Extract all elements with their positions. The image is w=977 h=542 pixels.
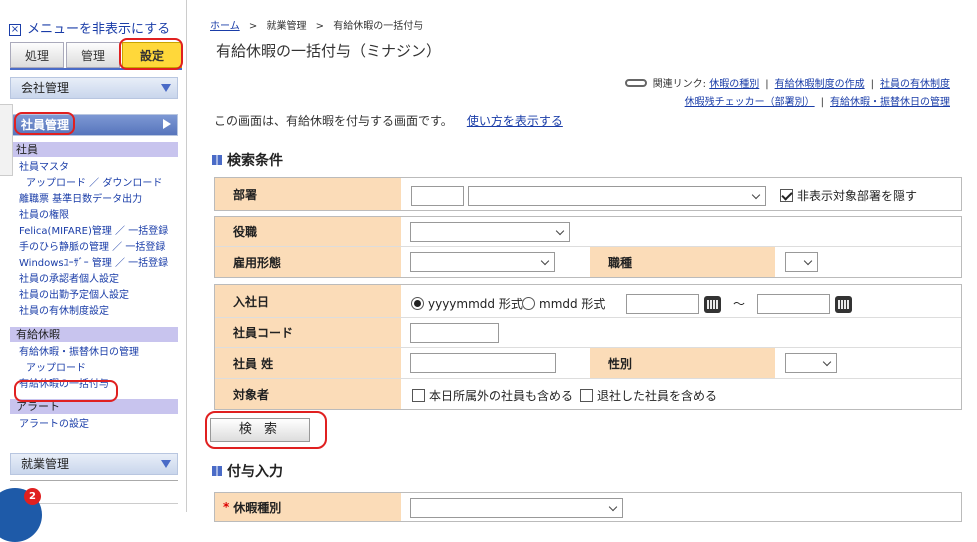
gender-select[interactable] — [785, 353, 837, 373]
leave-type-label: * 休暇種別 — [215, 493, 401, 521]
divider — [10, 480, 178, 481]
link-approver-setting[interactable]: 社員の承認者個人設定 — [10, 272, 178, 288]
radio-mmdd[interactable]: mmdd 形式 — [522, 295, 605, 312]
job-label: 職種 — [590, 247, 775, 277]
sidebar: × メニューを非表示にする 処理 管理 設定 会社管理 社員管理 社員 社員マスタ… — [0, 0, 187, 512]
name-row: 社員 姓 性別 — [215, 348, 961, 379]
target-row: 対象者 本日所属外の社員も含める 退社した社員を含める — [215, 379, 961, 409]
search-detail-table: 入社日 yyyymmdd 形式 mmdd 形式 ～ 社員コード 社員 姓 性別 … — [214, 284, 962, 410]
calendar-icon[interactable] — [704, 296, 721, 313]
tab-manage[interactable]: 管理 — [66, 42, 120, 68]
page-description: この画面は、有給休暇を付与する画面です。 使い方を表示する — [214, 114, 563, 128]
hide-menu-link[interactable]: × メニューを非表示にする — [9, 18, 170, 37]
grant-table: * 休暇種別 — [214, 492, 962, 522]
link-palm-vein[interactable]: 手のひら静脈の管理 ／ 一括登録 — [10, 240, 178, 256]
link-employee-permission[interactable]: 社員の権限 — [10, 208, 178, 224]
position-select[interactable] — [410, 222, 570, 242]
related-leave-types[interactable]: 休暇の種別 — [709, 79, 759, 90]
chevron-down-icon — [161, 460, 171, 468]
highlight-ring-employee — [14, 112, 75, 135]
gender-label: 性別 — [590, 348, 775, 378]
name-label: 社員 姓 — [215, 348, 401, 378]
close-icon: × — [9, 24, 21, 36]
chevron-right-icon — [163, 119, 171, 129]
link-separation-export[interactable]: 離職票 基準日数データ出力 — [10, 192, 178, 208]
include-other-checkbox[interactable]: 本日所属外の社員も含める — [412, 387, 573, 404]
related-links: 関連リンク: 休暇の種別 | 有給休暇制度の作成 | 社員の有休制度 休暇残チェッカー（… — [624, 76, 950, 112]
code-row: 社員コード — [215, 318, 961, 348]
breadcrumb: ホーム > 就業管理 > 有給休暇の一括付与 — [210, 21, 424, 32]
checkbox-checked-icon — [780, 189, 793, 202]
link-leave-management[interactable]: 有給休暇・振替休日の管理 — [10, 345, 178, 361]
employment-row: 雇用形態 職種 — [215, 247, 961, 277]
related-employee-policy[interactable]: 社員の有休制度 — [880, 79, 950, 90]
checkbox-icon — [580, 389, 593, 402]
link-alert-setting[interactable]: アラートの設定 — [10, 417, 178, 433]
section-icon — [212, 466, 222, 476]
job-select[interactable] — [785, 252, 818, 272]
join-from-input[interactable] — [626, 294, 699, 314]
highlight-ring-bulk-grant — [14, 380, 118, 402]
link-chain-icon — [624, 79, 647, 87]
range-tilde: ～ — [733, 297, 746, 311]
radio-yyyymmdd[interactable]: yyyymmdd 形式 — [411, 295, 523, 312]
employment-label: 雇用形態 — [215, 247, 401, 277]
search-position-table: 役職 雇用形態 職種 — [214, 216, 962, 278]
link-felica[interactable]: Felica(MIFARE)管理 ／ 一括登録 — [10, 224, 178, 240]
panel-work-header[interactable]: 就業管理 — [10, 453, 178, 475]
dept-code-input[interactable] — [411, 186, 464, 206]
hide-dept-checkbox[interactable]: 非表示対象部署を隠す — [780, 187, 917, 204]
panel-work: 就業管理 — [10, 453, 178, 475]
search-heading: 検索条件 — [212, 150, 283, 170]
dept-select[interactable] — [468, 186, 766, 206]
panel-company: 会社管理 — [10, 77, 178, 99]
leave-type-row: * 休暇種別 — [215, 493, 961, 521]
radio-selected-icon — [411, 297, 424, 310]
link-upload-download[interactable]: アップロード ／ ダウンロード — [10, 176, 178, 192]
page-title: 有給休暇の一括付与（ミナジン） — [212, 40, 962, 66]
search-dept-table: 部署 非表示対象部署を隠す — [214, 177, 962, 211]
section-icon — [212, 155, 222, 165]
position-row: 役職 — [215, 217, 961, 247]
leave-type-select[interactable] — [410, 498, 623, 518]
highlight-ring-settings — [119, 38, 183, 70]
grant-heading: 付与入力 — [212, 461, 283, 481]
help-link[interactable]: 使い方を表示する — [467, 114, 563, 128]
related-leave-management[interactable]: 有給休暇・振替休日の管理 — [830, 97, 950, 108]
notification-badge: 2 — [24, 488, 41, 505]
group-leave: 有給休暇 — [10, 327, 178, 342]
join-row: 入社日 yyyymmdd 形式 mmdd 形式 ～ — [215, 285, 961, 318]
link-windows-user[interactable]: Windowsﾕｰｻﾞｰ 管理 ／ 一括登録 — [10, 256, 178, 272]
link-leave-upload[interactable]: アップロード — [10, 361, 178, 377]
employee-code-input[interactable] — [410, 323, 499, 343]
side-feedback-tab[interactable] — [0, 104, 13, 176]
breadcrumb-home[interactable]: ホーム — [210, 21, 240, 32]
group-employee: 社員 — [10, 142, 178, 157]
join-label: 入社日 — [215, 285, 401, 317]
last-name-input[interactable] — [410, 353, 556, 373]
code-label: 社員コード — [215, 318, 401, 347]
join-to-input[interactable] — [757, 294, 830, 314]
highlight-ring-search — [205, 411, 327, 449]
panel-company-header[interactable]: 会社管理 — [10, 77, 178, 99]
alert-link-list: アラートの設定 — [10, 417, 178, 433]
related-leave-checker[interactable]: 休暇残チェッカー（部署別） — [685, 97, 815, 108]
dept-label: 部署 — [215, 178, 401, 210]
related-create-policy[interactable]: 有給休暇制度の作成 — [775, 79, 865, 90]
radio-icon — [522, 297, 535, 310]
link-leave-policy[interactable]: 社員の有休制度設定 — [10, 304, 178, 320]
link-attendance-plan[interactable]: 社員の出勤予定個人設定 — [10, 288, 178, 304]
employment-select[interactable] — [410, 252, 555, 272]
link-employee-master[interactable]: 社員マスタ — [10, 160, 178, 176]
tab-process[interactable]: 処理 — [10, 42, 64, 68]
calendar-icon[interactable] — [835, 296, 852, 313]
dept-row: 部署 非表示対象部署を隠す — [215, 178, 961, 210]
position-label: 役職 — [215, 217, 401, 246]
target-label: 対象者 — [215, 379, 401, 409]
include-retired-checkbox[interactable]: 退社した社員を含める — [580, 387, 717, 404]
checkbox-icon — [412, 389, 425, 402]
chevron-down-icon — [161, 84, 171, 92]
employee-link-list: 社員マスタ アップロード ／ ダウンロード 離職票 基準日数データ出力 社員の権… — [10, 160, 178, 320]
